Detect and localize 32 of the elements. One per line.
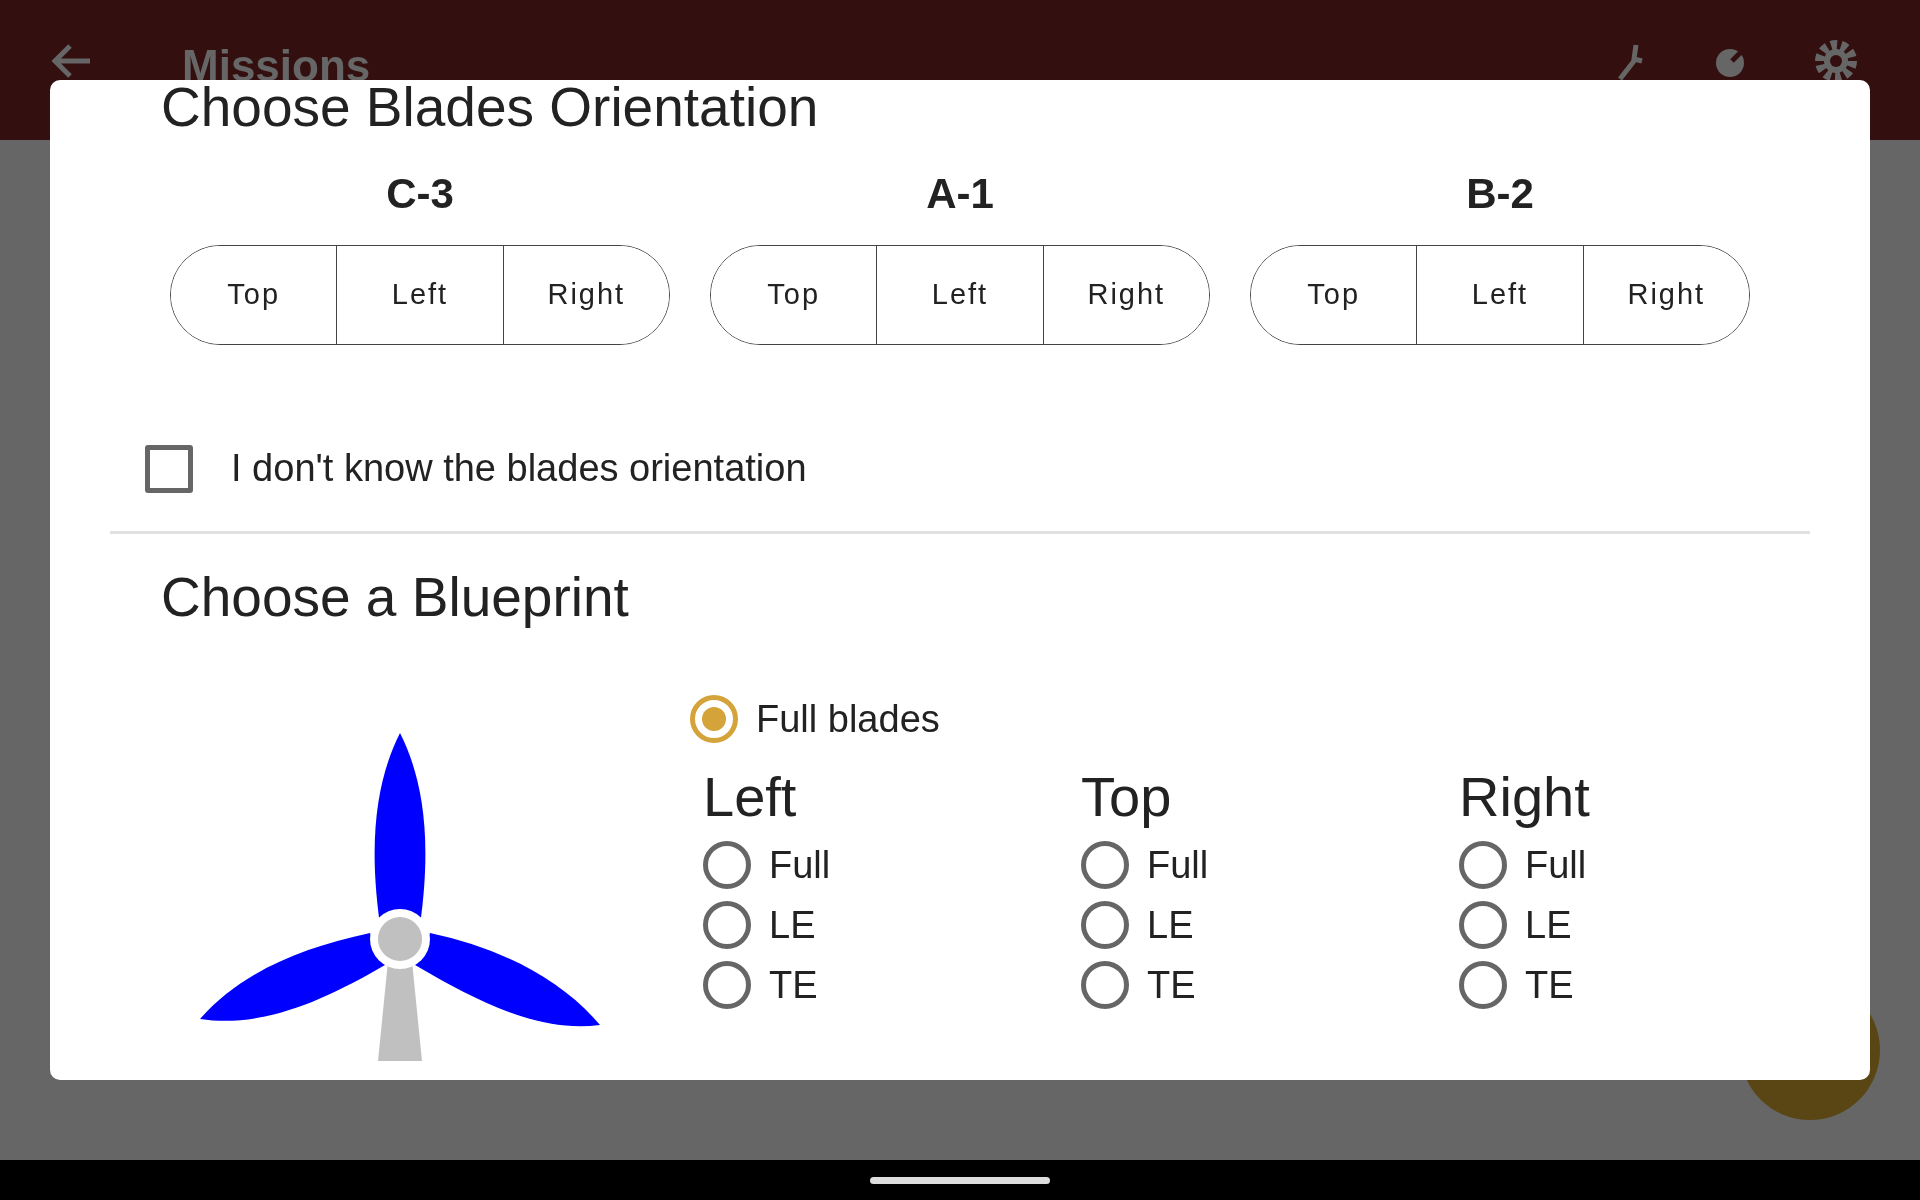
radio-button[interactable] bbox=[1081, 961, 1129, 1009]
radio-button[interactable] bbox=[690, 695, 738, 743]
radio-label: Full bbox=[1525, 846, 1587, 884]
radio-label: LE bbox=[769, 906, 816, 944]
checkbox[interactable] bbox=[145, 444, 193, 493]
radio-label: LE bbox=[1525, 906, 1572, 944]
radio-label: Full bbox=[1147, 846, 1209, 884]
radio-button[interactable] bbox=[1459, 841, 1507, 889]
blade-name: B-2 bbox=[1466, 173, 1534, 215]
radio-label: Full blades bbox=[756, 700, 940, 738]
radio-label: TE bbox=[1525, 966, 1574, 1004]
blade-name: C-3 bbox=[386, 173, 454, 215]
radio-button[interactable] bbox=[703, 841, 751, 889]
radio-button[interactable] bbox=[703, 961, 751, 1009]
checkbox-label: I don't know the blades orientation bbox=[231, 446, 807, 491]
radio-button[interactable] bbox=[1459, 901, 1507, 949]
radio-label: Full bbox=[769, 846, 831, 884]
segment-button[interactable]: Right bbox=[1042, 246, 1209, 344]
dialog-title: Choose Blades Orientation bbox=[161, 80, 820, 135]
radio-label: LE bbox=[1147, 906, 1194, 944]
radio-button[interactable] bbox=[1081, 901, 1129, 949]
back-arrow-icon[interactable] bbox=[50, 43, 92, 79]
blade-name: A-1 bbox=[926, 173, 994, 215]
segment-button[interactable]: Right bbox=[502, 246, 669, 344]
radio-label: TE bbox=[1147, 966, 1196, 1004]
home-handle[interactable] bbox=[870, 1176, 1050, 1184]
radio-button[interactable] bbox=[1459, 961, 1507, 1009]
radio-button[interactable] bbox=[1081, 841, 1129, 889]
segment-button[interactable]: Right bbox=[1582, 246, 1749, 344]
column-heading: Left bbox=[703, 769, 798, 825]
radio-label: TE bbox=[769, 966, 818, 1004]
radio-button[interactable] bbox=[703, 901, 751, 949]
